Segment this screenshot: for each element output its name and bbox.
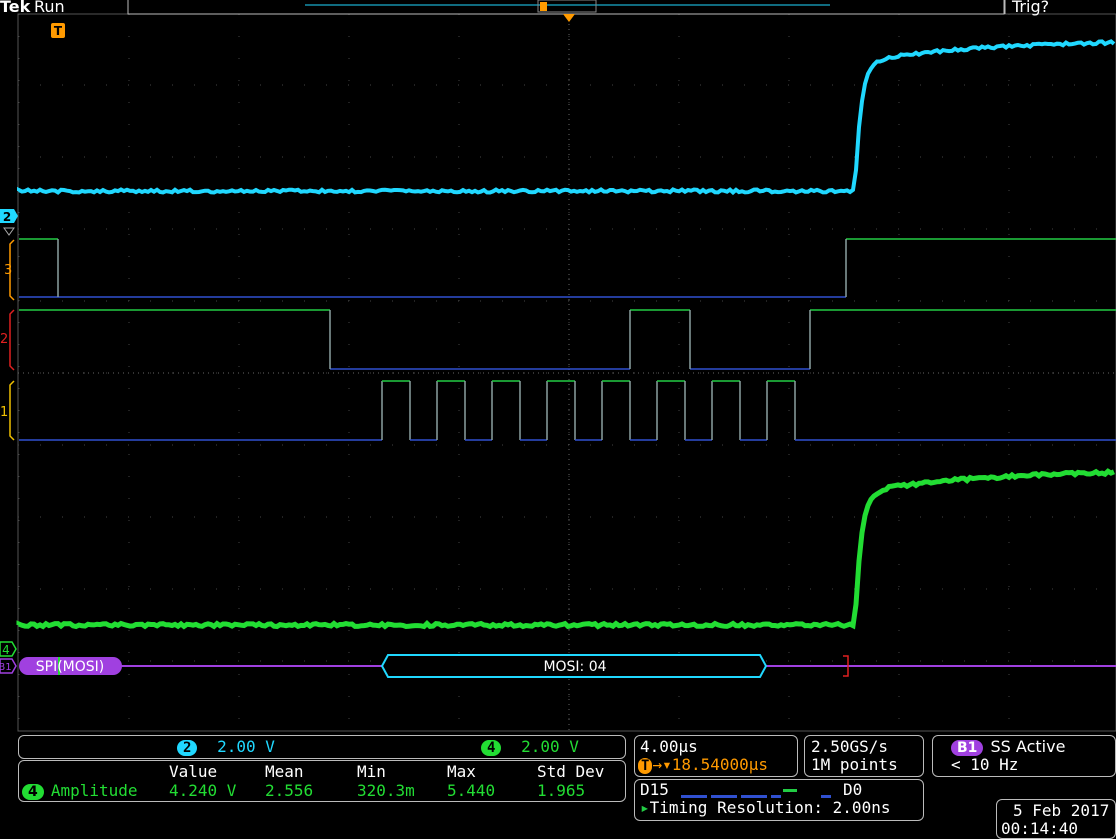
meas-stddev: 1.965: [537, 782, 585, 800]
ch2-waveform: [19, 41, 1114, 192]
meas-channel-badge: 4: [22, 784, 44, 800]
record-length: 1M points: [811, 756, 898, 774]
ch1-marker-label: 1: [0, 405, 8, 420]
measurement-panel[interactable]: Value Mean Min Max Std Dev 4 Amplitude 4…: [18, 760, 626, 802]
ch4-scale-value: 2.00 V: [521, 737, 579, 756]
ch1-bracket: [10, 381, 14, 440]
horizontal-panel[interactable]: 4.00µs T →▾18.54000µs: [634, 735, 798, 777]
expansion-point-marker[interactable]: [563, 14, 575, 22]
time: 00:14:40: [1001, 820, 1078, 838]
delay-readout: T →▾18.54000µs: [638, 756, 768, 774]
digital-line-sclk: [19, 381, 1116, 440]
delay-value: 18.54000µs: [672, 755, 768, 774]
oscilloscope-display: T 2 3 2 1 4 B1 SPI(MOSI) MOSI: 04: [0, 0, 1116, 834]
meas-value: 4.240 V: [169, 782, 236, 800]
datetime-panel[interactable]: 5 Feb 2017 00:14:40: [996, 799, 1116, 839]
bus-trigger-state: SS Active: [991, 737, 1066, 756]
trigger-position-label: T: [54, 24, 63, 38]
acquisition-state[interactable]: Run: [34, 0, 65, 16]
digital-range-high: D15: [640, 781, 669, 799]
bus-label: SPI(MOSI): [36, 659, 105, 675]
record-trigger-marker: [540, 2, 547, 11]
vertical-scale-panel[interactable]: 2 2.00 V 4 2.00 V: [18, 735, 626, 759]
meas-row-label: 4 Amplitude: [22, 782, 138, 800]
timing-resolution-icon: ▸: [640, 798, 650, 817]
meas-header-stddev: Std Dev: [537, 763, 604, 781]
meas-header-value: Value: [169, 763, 217, 781]
sample-rate: 2.50GS/s: [811, 738, 888, 756]
meas-header-mean: Mean: [265, 763, 304, 781]
trigger-frequency: < 10 Hz: [951, 756, 1018, 774]
bus-trigger-badge: B1: [951, 740, 983, 756]
meas-max: 5.440: [447, 782, 495, 800]
ch2-offset-marker: [4, 228, 14, 235]
timing-resolution-text: Timing Resolution: 2.00ns: [650, 798, 891, 817]
ch2-digital-bracket: [10, 310, 14, 370]
bus-packet-label: MOSI: 04: [543, 659, 606, 675]
ch4-marker-label: 4: [2, 643, 10, 657]
ch4-waveform: [19, 471, 1114, 626]
ch3-marker-label: 3: [4, 263, 12, 278]
ch4-scale-readout: 4 2.00 V: [481, 738, 579, 756]
left-markers: 2 3 2 1 4 B1: [0, 209, 18, 673]
date: 5 Feb 2017: [1013, 802, 1109, 820]
ch2-badge: 2: [177, 740, 197, 756]
meas-min: 320.3m: [357, 782, 415, 800]
ch2-marker-label: 2: [3, 210, 11, 224]
meas-header-min: Min: [357, 763, 386, 781]
digital-panel[interactable]: D15 D0 ▸Timing Resolution: 2.00ns: [634, 779, 924, 821]
bus-trigger-panel[interactable]: B1 SS Active < 10 Hz: [932, 735, 1116, 777]
brand-logo: Tek: [0, 0, 30, 16]
delay-trigger-icon: T: [638, 758, 652, 774]
ch2-scale-value: 2.00 V: [217, 737, 275, 756]
ch2-scale-readout: 2 2.00 V: [177, 738, 275, 756]
meas-mean: 2.556: [265, 782, 313, 800]
ch2-digital-marker-label: 2: [0, 332, 8, 347]
digital-line-cs-edges: [58, 239, 846, 297]
trigger-status: Trig?: [1012, 0, 1049, 16]
meas-name: Amplitude: [51, 781, 138, 800]
acquisition-panel[interactable]: 2.50GS/s 1M points: [804, 735, 924, 777]
delay-arrow-icon: →▾: [652, 755, 671, 774]
digital-line-mosi-edges: [330, 310, 810, 369]
timebase-readout: 4.00µs: [640, 738, 698, 756]
timing-resolution: ▸Timing Resolution: 2.00ns: [640, 799, 890, 817]
ch4-badge: 4: [481, 740, 501, 756]
digital-range-low: D0: [843, 781, 862, 799]
meas-header-max: Max: [447, 763, 476, 781]
b1-marker-label: B1: [0, 662, 12, 673]
bus-trigger-line: B1 SS Active: [951, 738, 1065, 756]
